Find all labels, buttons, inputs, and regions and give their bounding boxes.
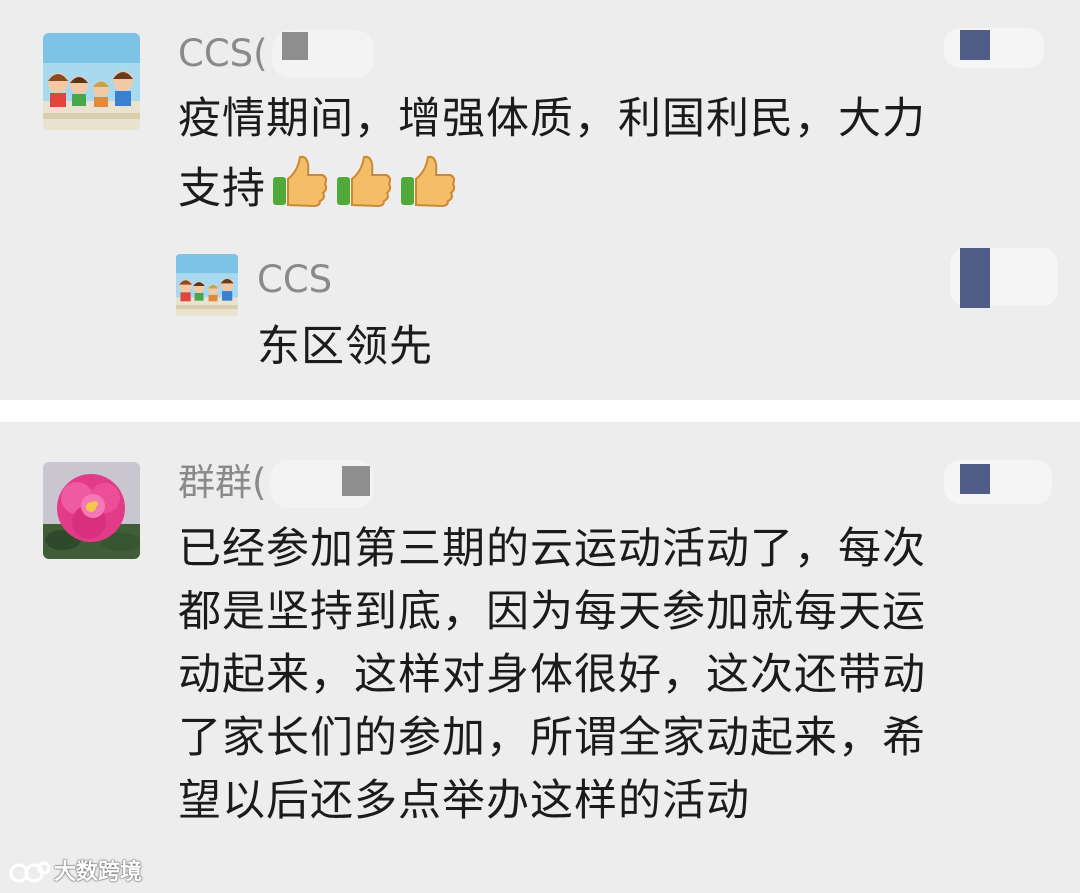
username[interactable]: 群群( <box>178 461 266 505</box>
thumbs-up-icon <box>270 151 330 229</box>
comment-line: 都是坚持到底，因为每天参加就每天运 <box>178 587 926 637</box>
reply-avatar[interactable] <box>176 254 238 316</box>
comment-line: 了家长们的参加，所谓全家动起来，希 <box>178 713 926 763</box>
reply-username[interactable]: CCS <box>257 258 332 302</box>
avatar[interactable] <box>43 33 140 130</box>
like-icon[interactable] <box>960 248 990 308</box>
redaction-mark <box>282 32 308 60</box>
comment-line-text: 支持 <box>178 164 266 214</box>
thumbs-up-icon <box>398 151 458 229</box>
pink-flower-avatar-icon <box>43 462 140 559</box>
like-shadow <box>944 28 1044 68</box>
like-icon[interactable] <box>960 30 990 60</box>
thumbs-up-icon <box>334 151 394 229</box>
watermark-logo-icon <box>9 861 51 883</box>
comment-line: 疫情期间，增强体质，利国利民，大力 <box>178 94 926 144</box>
comment-text: 疫情期间，增强体质，利国利民，大力 支持 <box>178 88 926 229</box>
comment-line: 支持 <box>178 151 926 229</box>
comment-line: 已经参加第三期的云运动活动了，每次 <box>178 524 926 574</box>
watermark: 大数跨境 <box>8 858 142 888</box>
watermark-text: 大数跨境 <box>54 860 143 885</box>
cartoon-family-avatar-icon <box>43 33 140 130</box>
cartoon-family-avatar-icon <box>176 254 238 316</box>
like-icon[interactable] <box>960 464 990 494</box>
comment-line: 动起来，这样对身体很好，这次还带动 <box>178 650 926 700</box>
avatar[interactable] <box>43 462 140 559</box>
username[interactable]: CCS( <box>178 32 268 76</box>
redaction-mark <box>342 466 370 496</box>
comment-line: 望以后还多点举办这样的活动 <box>178 776 750 826</box>
comment-card: 群群( 已经参加第三期的云运动活动了，每次 都是坚持到底，因为每天参加就每天运 … <box>0 422 1080 893</box>
comment-text: 已经参加第三期的云运动活动了，每次 都是坚持到底，因为每天参加就每天运 动起来，… <box>178 518 926 833</box>
reply-text: 东区领先 <box>257 322 433 372</box>
comment-card: CCS( 疫情期间，增强体质，利国利民，大力 支持 CCS 东区领先 <box>0 0 1080 400</box>
